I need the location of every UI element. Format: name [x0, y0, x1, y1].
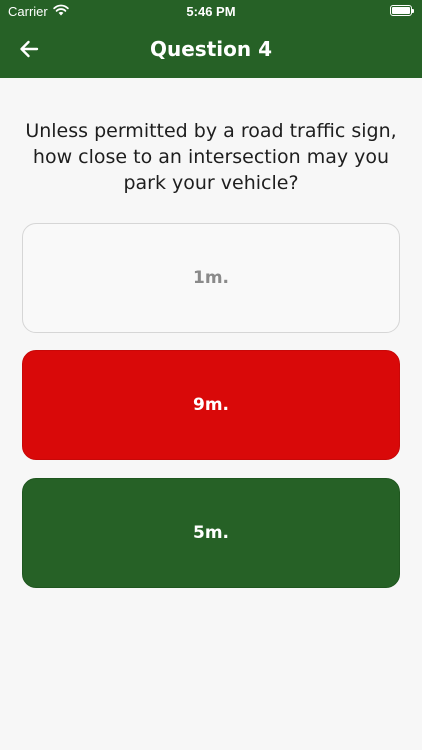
answer-option-3[interactable]: 5m. — [22, 478, 400, 588]
answer-option-label: 1m. — [192, 268, 229, 288]
battery-tip — [412, 9, 414, 13]
question-text: Unless permitted by a road traffic sign,… — [25, 120, 397, 194]
page-title: Question 4 — [150, 37, 272, 61]
answer-option-1[interactable]: 1m. — [22, 223, 400, 333]
answer-option-label: 9m. — [192, 395, 229, 415]
status-time: 5:46 PM — [186, 4, 236, 19]
answer-option-label: 5m. — [192, 523, 229, 543]
nav-bar: Question 4 — [0, 24, 422, 78]
status-bar: Carrier 5:46 PM — [0, 0, 422, 24]
battery-icon — [390, 5, 414, 16]
answer-option-2[interactable]: 9m. — [22, 350, 400, 460]
battery-fill — [392, 7, 410, 14]
